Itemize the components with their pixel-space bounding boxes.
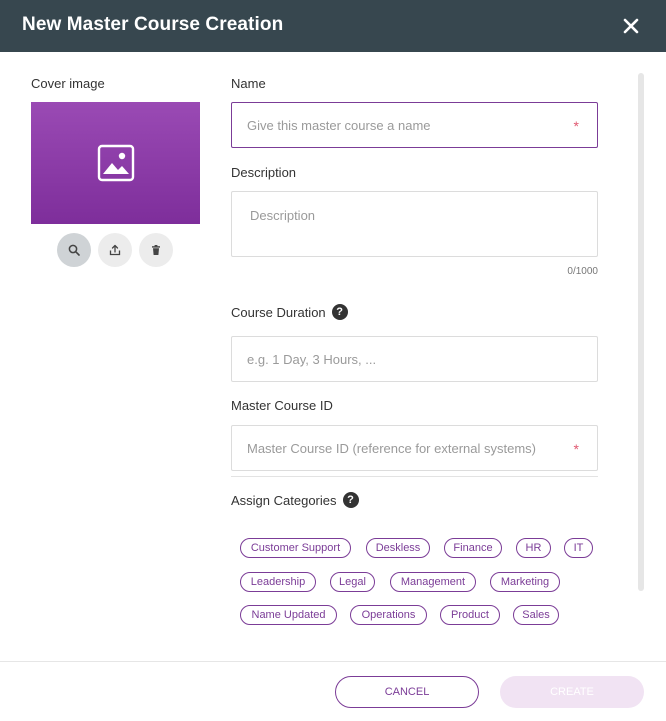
category-chip-hr[interactable]: HR	[516, 538, 551, 558]
category-chip-management[interactable]: Management	[390, 572, 476, 592]
cancel-button[interactable]: CANCEL	[335, 676, 479, 708]
cover-actions	[57, 233, 173, 267]
required-mark: *	[573, 440, 579, 457]
category-chip-product[interactable]: Product	[440, 605, 500, 625]
course-duration-placeholder: e.g. 1 Day, 3 Hours, ...	[247, 351, 377, 367]
course-duration-label: Course Duration ?	[231, 304, 348, 320]
category-chip-deskless[interactable]: Deskless	[366, 538, 430, 558]
master-course-id-label: Master Course ID	[231, 398, 333, 413]
description-counter: 0/1000	[567, 266, 598, 277]
category-chip-marketing[interactable]: Marketing	[490, 572, 560, 592]
cover-image-label: Cover image	[31, 76, 105, 91]
scrollbar[interactable]	[638, 73, 644, 591]
name-label: Name	[231, 76, 266, 91]
master-course-id-input[interactable]: Master Course ID (reference for external…	[231, 425, 598, 471]
category-chip-finance[interactable]: Finance	[444, 538, 502, 558]
upload-image-button[interactable]	[98, 233, 132, 267]
category-chip-operations[interactable]: Operations	[350, 605, 427, 625]
dialog-title: New Master Course Creation	[22, 14, 284, 35]
create-button[interactable]: CREATE	[500, 676, 644, 708]
search-image-button[interactable]	[57, 233, 91, 267]
cover-image	[31, 102, 200, 224]
category-chip-leadership[interactable]: Leadership	[240, 572, 316, 592]
divider	[231, 476, 598, 477]
category-chip-name-updated[interactable]: Name Updated	[240, 605, 337, 625]
trash-icon	[152, 245, 160, 255]
name-input[interactable]: Give this master course a name *	[231, 102, 598, 148]
name-placeholder: Give this master course a name	[247, 117, 431, 133]
delete-image-button[interactable]	[139, 233, 173, 267]
category-chip-it[interactable]: IT	[564, 538, 593, 558]
assign-categories-label: Assign Categories ?	[231, 492, 359, 508]
help-icon[interactable]: ?	[331, 304, 348, 320]
description-input[interactable]: Description	[231, 191, 598, 257]
description-placeholder: Description	[250, 208, 316, 223]
category-chip-legal[interactable]: Legal	[330, 572, 375, 592]
required-mark: *	[573, 117, 579, 134]
category-chip-customer-support[interactable]: Customer Support	[240, 538, 351, 558]
image-placeholder-icon	[97, 144, 134, 182]
help-icon[interactable]: ?	[342, 492, 359, 508]
upload-icon	[109, 244, 121, 256]
course-duration-input[interactable]: e.g. 1 Day, 3 Hours, ...	[231, 336, 598, 382]
search-icon	[68, 244, 80, 256]
close-icon[interactable]	[618, 13, 644, 39]
master-course-id-placeholder: Master Course ID (reference for external…	[247, 440, 536, 456]
category-chip-sales[interactable]: Sales	[513, 605, 559, 625]
description-label: Description	[231, 165, 297, 180]
footer-divider	[0, 661, 666, 662]
dialog-header: New Master Course Creation	[0, 0, 666, 52]
